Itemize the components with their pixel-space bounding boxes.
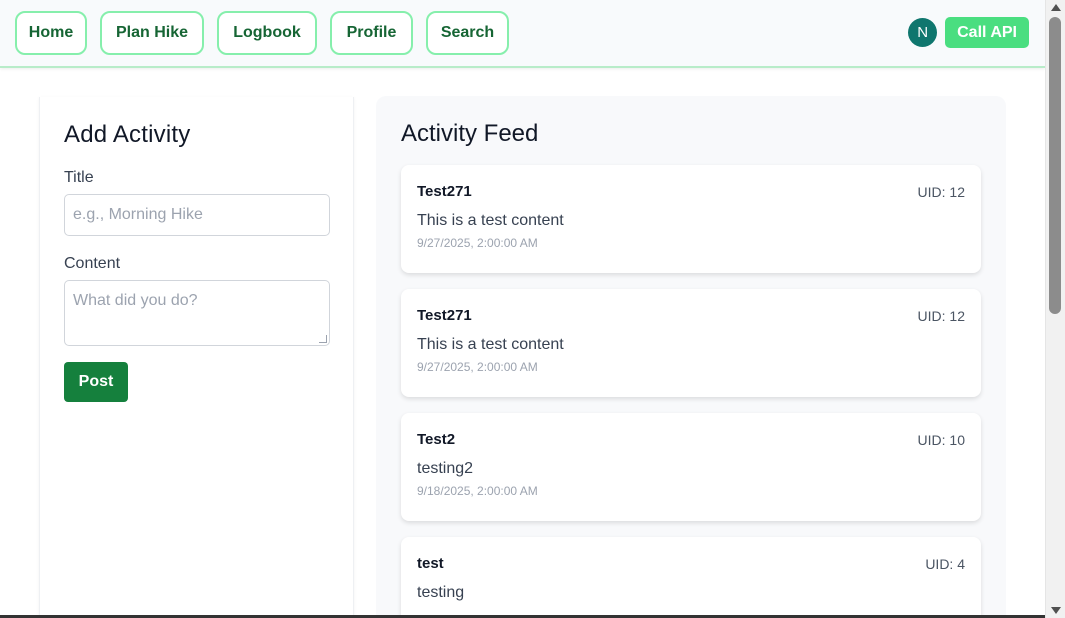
top-navbar: Home Plan Hike Logbook Profile Search N … [0,0,1045,68]
feed-card-timestamp: 9/27/2025, 2:00:00 AM [417,236,538,250]
scroll-down-arrow-icon[interactable] [1051,607,1061,614]
feed-card[interactable]: Test2 UID: 10 testing2 9/18/2025, 2:00:0… [401,413,981,521]
feed-card[interactable]: Test271 UID: 12 This is a test content 9… [401,165,981,273]
feed-card-content: testing [417,584,465,601]
nav-plan-hike-button[interactable]: Plan Hike [100,11,204,55]
nav-home-button[interactable]: Home [15,11,87,55]
feed-card-content: This is a test content [417,336,564,353]
feed-card-timestamp: 9/18/2025, 2:00:00 AM [417,484,538,498]
call-api-button[interactable]: Call API [945,17,1029,48]
feed-card-uid: UID: 10 [917,431,965,448]
header-actions: N Call API [908,17,1029,48]
feed-card-title: Test271 [417,307,472,324]
nav-search-button[interactable]: Search [426,11,509,55]
feed-card-title: test [417,555,444,572]
feed-card-uid: UID: 12 [917,183,965,200]
activity-feed-heading: Activity Feed [401,120,539,147]
feed-card-content: This is a test content [417,212,564,229]
feed-card[interactable]: Test271 UID: 12 This is a test content 9… [401,289,981,397]
add-activity-heading: Add Activity [64,121,191,148]
title-label: Title [64,169,94,186]
add-activity-panel: Add Activity Title e.g., Morning Hike Co… [39,97,354,618]
content-textarea[interactable]: What did you do? [64,280,330,346]
feed-card-content: testing2 [417,460,474,477]
resize-handle-icon[interactable] [319,335,327,343]
avatar[interactable]: N [908,18,938,47]
feed-card-uid: UID: 12 [917,307,965,324]
feed-card-title: Test271 [417,183,472,200]
scroll-up-arrow-icon[interactable] [1051,4,1061,11]
main-nav: Home Plan Hike Logbook Profile Search [15,11,509,55]
feed-card[interactable]: test UID: 4 testing [401,537,981,618]
content-label: Content [64,255,121,272]
nav-profile-button[interactable]: Profile [330,11,413,55]
activity-feed-panel: Activity Feed Test271 UID: 12 This is a … [376,96,1006,618]
scrollbar-thumb[interactable] [1049,17,1061,314]
feed-card-title: Test2 [417,431,456,448]
title-input[interactable]: e.g., Morning Hike [64,194,330,236]
post-button[interactable]: Post [64,362,128,402]
feed-card-timestamp: 9/27/2025, 2:00:00 AM [417,360,538,374]
feed-card-uid: UID: 4 [925,555,965,572]
page-scrollbar[interactable] [1045,0,1065,618]
content-placeholder: What did you do? [73,292,198,309]
nav-logbook-button[interactable]: Logbook [217,11,317,55]
